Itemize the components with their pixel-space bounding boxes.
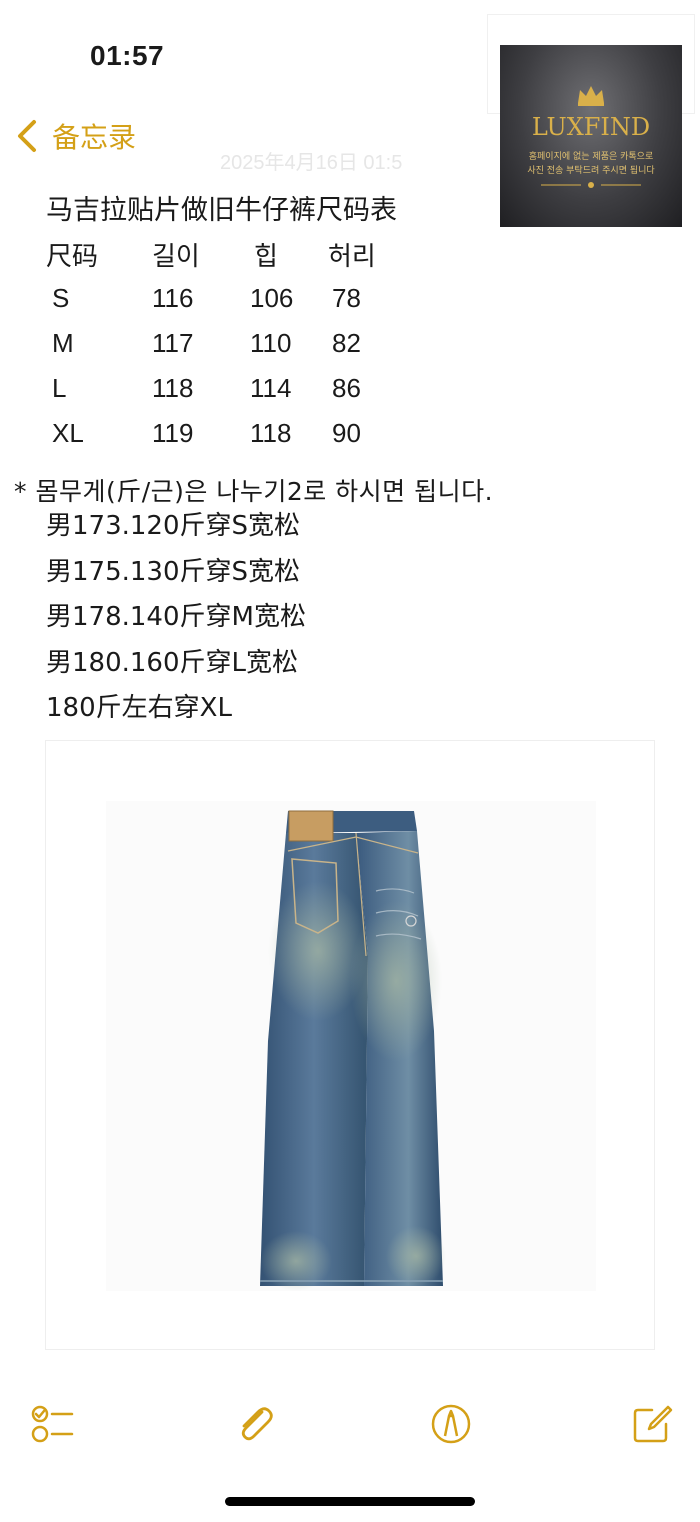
paperclip-icon [241, 1407, 273, 1441]
size-table-header: 尺码 길이 힙 허리 [46, 232, 446, 277]
status-bar-time: 01:57 [90, 40, 165, 71]
cell-length: 119 [152, 418, 194, 448]
logo-tagline-2: 사진 전송 부탁드려 주시면 됩니다 [527, 166, 655, 176]
list-item: 180斤左右穿XL [46, 693, 232, 723]
table-row: S 116 106 78 [46, 277, 446, 322]
list-item: 男178.140斤穿M宽松 [46, 602, 306, 632]
cell-length: 118 [152, 373, 194, 403]
cell-hip: 118 [250, 418, 292, 448]
checklist-button[interactable] [30, 1402, 74, 1446]
header-hip: 힙 [254, 241, 278, 271]
logo-brand: LUXFIND [531, 113, 651, 141]
cell-waist: 78 [332, 283, 361, 313]
logo-tagline-1: 홈페이지에 없는 제품은 카톡으로 [528, 152, 654, 162]
note-date: 2025年4月16日 01:5 [220, 152, 403, 174]
header-size: 尺码 [46, 241, 99, 271]
cell-size: XL [52, 418, 84, 448]
cell-length: 116 [152, 283, 194, 313]
jeans-illustration [260, 810, 446, 1291]
note-title: 马吉拉贴片做旧牛仔裤尺码表 [46, 195, 397, 226]
list-item: 男173.120斤穿S宽松 [46, 511, 301, 541]
cell-waist: 90 [332, 418, 361, 448]
cell-length: 117 [152, 328, 194, 358]
cell-size: L [52, 373, 67, 403]
cell-waist: 82 [332, 328, 361, 358]
header-waist: 허리 [328, 241, 376, 271]
crown-icon [578, 86, 604, 106]
back-button-label: 备忘录 [52, 121, 137, 154]
home-indicator[interactable] [225, 1497, 475, 1506]
luxfind-logo: LUXFIND 홈페이지에 없는 제품은 카톡으로 사진 전송 부탁드려 주시면… [500, 45, 682, 227]
list-item: 男180.160斤穿L宽松 [46, 647, 299, 678]
weight-guide-list: 男173.120斤穿S宽松 男175.130斤穿S宽松 男178.140斤穿M宽… [46, 506, 306, 734]
size-table: 尺码 길이 힙 허리 S 116 106 78 M 117 110 82 L 1… [46, 232, 446, 457]
markup-pen-icon [431, 1404, 471, 1444]
compose-button[interactable] [630, 1402, 674, 1446]
cell-hip: 106 [250, 283, 294, 313]
weight-conversion-note: * 몸무게(斤/근)은 나누기2로 하시면 됩니다. [14, 477, 494, 506]
table-row: M 117 110 82 [46, 322, 446, 367]
chevron-left-icon [18, 120, 36, 152]
list-item: 男175.130斤穿S宽松 [46, 556, 301, 587]
cell-hip: 114 [250, 373, 292, 403]
cell-size: M [52, 328, 74, 358]
compose-icon [633, 1405, 673, 1443]
header-length: 길이 [152, 241, 200, 271]
back-button[interactable]: 备忘录 [14, 116, 136, 156]
table-row: XL 119 118 90 [46, 412, 446, 457]
checklist-icon [31, 1405, 74, 1443]
product-image[interactable] [45, 740, 655, 1350]
attachment-button[interactable] [232, 1402, 276, 1446]
cell-waist: 86 [332, 373, 361, 403]
flourish-ornament [541, 182, 641, 188]
cell-size: S [52, 283, 70, 313]
table-row: L 118 114 86 [46, 367, 446, 412]
cell-hip: 110 [250, 328, 292, 358]
markup-button[interactable] [429, 1402, 473, 1446]
